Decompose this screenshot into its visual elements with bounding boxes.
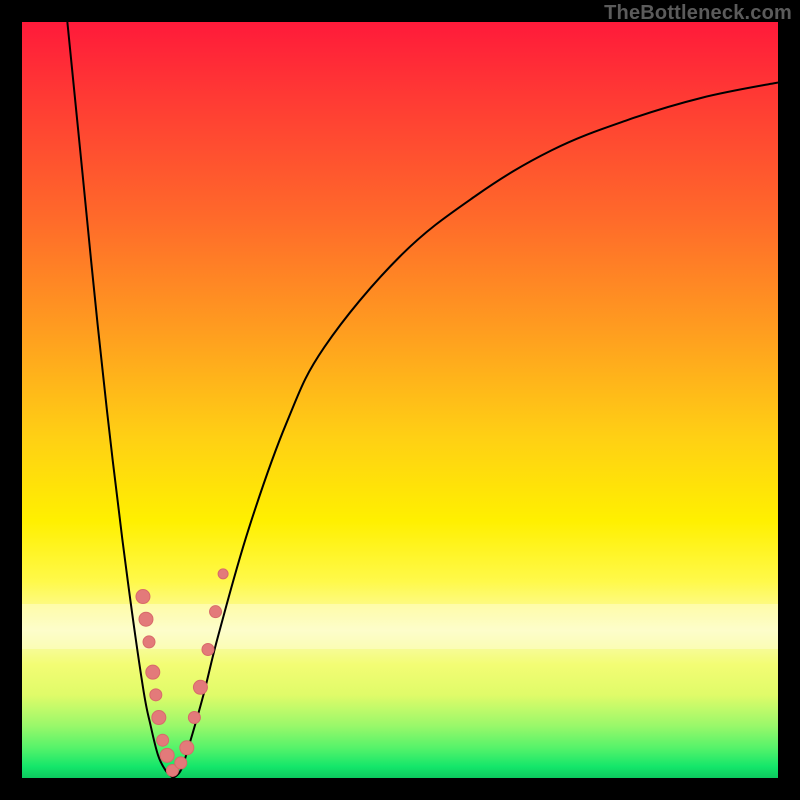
marker-dots-group (136, 569, 228, 777)
marker-dot (152, 711, 166, 725)
chart-frame: TheBottleneck.com (0, 0, 800, 800)
marker-dot (160, 748, 174, 762)
marker-dot (188, 712, 200, 724)
watermark-text: TheBottleneck.com (604, 2, 792, 25)
plot-area (22, 22, 778, 778)
marker-dot (150, 689, 162, 701)
marker-dot (193, 680, 207, 694)
marker-dot (139, 612, 153, 626)
marker-dot (146, 665, 160, 679)
marker-dot (210, 606, 222, 618)
curve-right-branch (173, 82, 778, 778)
marker-dot (218, 569, 228, 579)
marker-dot (202, 643, 214, 655)
marker-dot (143, 636, 155, 648)
marker-dot (136, 590, 150, 604)
marker-dot (157, 734, 169, 746)
curve-left-branch (67, 22, 173, 778)
marker-dot (175, 757, 187, 769)
marker-dot (180, 741, 194, 755)
curve-layer (22, 22, 778, 778)
